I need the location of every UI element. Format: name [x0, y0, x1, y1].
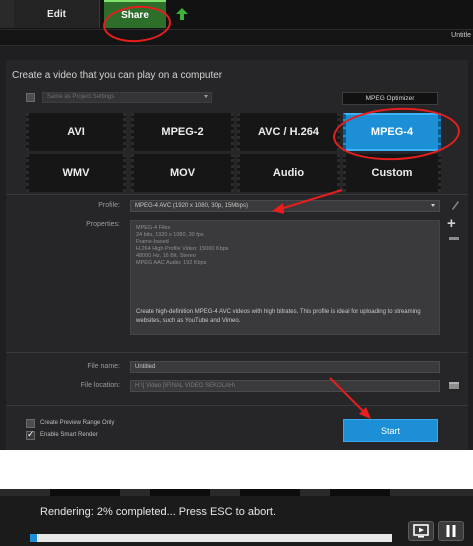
annotation-arrowhead-profile: [272, 203, 284, 214]
annotation-arrow-start: [329, 377, 367, 415]
render-progress-bar: [30, 534, 392, 542]
timeline-block: [50, 489, 120, 496]
rendering-status: Rendering: 2% completed... Press ESC to …: [40, 506, 277, 518]
pause-button[interactable]: [438, 521, 464, 541]
pause-icon: [446, 525, 456, 537]
page: Edit Share Untitle Create a video that y…: [0, 0, 473, 546]
annotation-arrows: [272, 189, 371, 419]
timeline-strip: [0, 489, 473, 496]
preview-monitor-icon: [413, 524, 429, 538]
share-panel-screenshot: Edit Share Untitle Create a video that y…: [0, 0, 473, 450]
preview-toggle-button[interactable]: [408, 521, 434, 541]
rendering-screenshot: Rendering: 2% completed... Press ESC to …: [0, 489, 473, 546]
timeline-block: [240, 489, 300, 496]
annotation-arrow-profile: [276, 189, 343, 211]
timeline-block: [330, 489, 390, 496]
timeline-block: [150, 489, 210, 496]
render-progress-fill: [30, 534, 38, 542]
